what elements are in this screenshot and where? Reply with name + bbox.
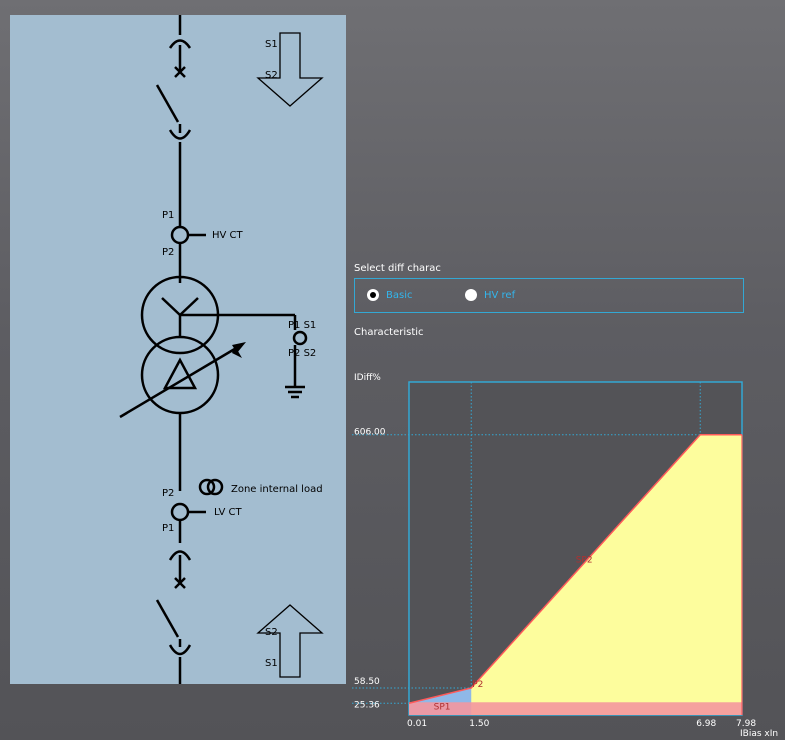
annotation-p2: P2 — [472, 680, 483, 690]
y-tick-label: 58.50 — [354, 677, 380, 687]
lv-ct-label: LV CT — [214, 507, 242, 518]
characteristic-label: Characteristic — [354, 327, 424, 338]
lv-arrow-s1: S1 — [265, 658, 278, 669]
hv-ct-p2: P2 — [162, 247, 174, 258]
lv-arrow-s2: S2 — [265, 627, 278, 638]
lv-ct-symbol — [170, 502, 190, 522]
hv-ct-p1: P1 — [162, 210, 174, 221]
x-tick-label: 1.50 — [469, 719, 489, 729]
diagram-drawing: S1 S2 P1 P2 HV CT P1 S1 P2 S2 P2 Zone in… — [119, 15, 324, 684]
annotation-sp2: SP2 — [576, 555, 593, 565]
hv-isolator — [155, 84, 180, 123]
transformer-lv-winding — [140, 335, 220, 415]
x-tick-label: 0.01 — [407, 719, 427, 729]
x-tick-label: 6.98 — [696, 719, 716, 729]
no-trip-band — [409, 702, 742, 715]
lv-ct-p1: P1 — [162, 523, 174, 534]
ref-ct-p1s1: P1 S1 — [288, 320, 316, 331]
zone-load-label: Zone internal load — [231, 484, 323, 495]
lv-isolator — [155, 599, 180, 638]
hv-arrow-s2: S2 — [265, 70, 278, 81]
diff-characteristic-chart: IDiff% 606.00 58.50 25.36 0.01 1.50 6.98 7.98I… — [352, 373, 778, 739]
hv-ct-label: HV CT — [212, 230, 244, 241]
radio-hv-ref-indicator[interactable] — [465, 289, 477, 301]
radio-basic-indicator[interactable] — [367, 289, 379, 301]
ref-ct-p2s2: P2 S2 — [288, 348, 316, 359]
annotation-sp1: SP1 — [434, 702, 451, 712]
x-axis-label: IBias xIn — [740, 729, 778, 739]
radio-basic-label: Basic — [386, 289, 413, 301]
y-tick-label: 606.00 — [354, 428, 386, 438]
radio-hv-ref-label: HV ref — [484, 289, 516, 301]
y-axis-label: IDiff% — [354, 373, 381, 383]
lv-ct-p2: P2 — [162, 488, 174, 499]
single-line-diagram: S1 S2 P1 P2 HV CT P1 S1 P2 S2 P2 Zone in… — [10, 15, 346, 684]
x-tick-label: 7.98 — [736, 719, 756, 729]
diff-charac-radio-group: Basic HV ref — [354, 278, 744, 313]
radio-hv-ref[interactable]: HV ref — [465, 289, 515, 301]
hv-arrow-s1: S1 — [265, 39, 278, 50]
select-diff-charac-title: Select diff charac — [354, 263, 441, 274]
y-tick-label: 25.36 — [354, 700, 380, 710]
radio-basic[interactable]: Basic — [367, 289, 412, 301]
hv-ct-symbol — [170, 225, 190, 245]
